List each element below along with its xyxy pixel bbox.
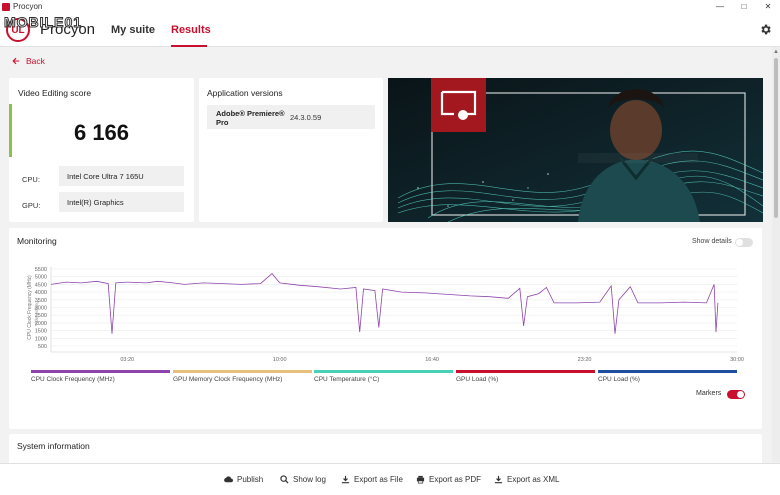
gpu-label: GPU: <box>22 201 41 210</box>
monitoring-chart: 5001000150020002500300035004000450050005… <box>27 267 744 363</box>
versions-title: Application versions <box>207 88 283 98</box>
maximize-button[interactable]: □ <box>732 0 756 13</box>
application-versions-card: Application versions Adobe® Premiere® Pr… <box>199 78 383 222</box>
search-icon <box>280 475 289 484</box>
x-tick-label: 30:00 <box>730 357 744 363</box>
y-tick-label: 1500 <box>35 329 47 335</box>
legend-swatch <box>598 370 737 373</box>
system-information-card: System information <box>9 434 762 464</box>
application-name: Adobe® Premiere® Pro <box>216 109 285 127</box>
toggle-knob <box>737 391 744 398</box>
arrow-left-icon <box>12 57 20 65</box>
y-tick-label: 5500 <box>35 267 47 273</box>
download-icon <box>494 475 503 484</box>
cpu-label: CPU: <box>22 175 40 184</box>
legend-gpu-load: GPU Load (%) <box>456 370 595 383</box>
legend-swatch <box>456 370 595 373</box>
legend-swatch <box>31 370 170 373</box>
export-pdf-button[interactable]: Export as PDF <box>416 475 481 484</box>
window-titlebar: Procyon — □ ✕ <box>0 0 780 13</box>
export-xml-button[interactable]: Export as XML <box>494 475 559 484</box>
cpu-value: Intel Core Ultra 7 165U <box>59 166 184 186</box>
x-tick-label: 10:00 <box>273 357 287 363</box>
x-tick-label: 16:40 <box>425 357 439 363</box>
show-details-label: Show details <box>692 238 732 245</box>
legend-cpu-clock: CPU Clock Frequency (MHz) <box>31 370 170 383</box>
legend-swatch <box>173 370 312 373</box>
score-card: Video Editing score 6 166 CPU: Intel Cor… <box>9 78 194 222</box>
gear-icon[interactable] <box>759 23 772 36</box>
application-version: 24.3.0.59 <box>290 113 322 122</box>
legend-label: CPU Temperature (°C) <box>314 376 380 383</box>
legend-gpu-memory-clock: GPU Memory Clock Frequency (MHz) <box>173 370 312 383</box>
system-information-title: System information <box>17 441 90 451</box>
gpu-value: Intel(R) Graphics <box>59 192 184 212</box>
show-log-label: Show log <box>293 475 326 484</box>
show-details-toggle[interactable] <box>735 238 753 247</box>
bottom-action-bar: Publish Show log Export as File Export a… <box>0 463 780 495</box>
markers-label: Markers <box>696 390 722 397</box>
y-tick-label: 1000 <box>35 336 47 342</box>
export-pdf-label: Export as PDF <box>429 475 482 484</box>
export-file-label: Export as File <box>354 475 403 484</box>
tab-my-suite[interactable]: My suite <box>111 24 155 36</box>
active-tab-indicator <box>171 45 207 47</box>
y-tick-label: 500 <box>38 344 47 350</box>
score-value: 6 166 <box>73 120 130 145</box>
score-title: Video Editing score <box>18 88 92 98</box>
close-button[interactable]: ✕ <box>756 0 780 13</box>
watermark: MOBILE01 <box>3 14 83 31</box>
export-xml-label: Export as XML <box>507 475 560 484</box>
show-log-button[interactable]: Show log <box>280 475 326 484</box>
y-axis-label: CPU Clock Frequency (MHz) <box>27 275 33 340</box>
legend-cpu-temperature: CPU Temperature (°C) <box>314 370 453 383</box>
y-axis-sublabel: Videoediting <box>34 301 39 326</box>
back-label: Back <box>26 56 45 66</box>
hero-illustration <box>388 78 763 222</box>
publish-label: Publish <box>237 475 264 484</box>
y-tick-label: 5000 <box>35 275 47 281</box>
minimize-button[interactable]: — <box>708 0 732 13</box>
app-icon <box>2 2 10 11</box>
benchmark-hero-image <box>388 78 763 222</box>
export-file-button[interactable]: Export as File <box>341 475 403 484</box>
back-link[interactable]: Back <box>12 56 45 66</box>
window-title: Procyon <box>13 2 43 11</box>
legend-label: GPU Load (%) <box>456 376 499 383</box>
version-row: Adobe® Premiere® Pro 24.3.0.59 <box>207 105 375 129</box>
window-controls: — □ ✕ <box>708 0 780 13</box>
monitoring-card: Monitoring Show details 500 1000 1500 2000 2… <box>9 228 762 429</box>
tab-results[interactable]: Results <box>171 24 211 36</box>
markers-toggle[interactable] <box>727 390 745 399</box>
legend-swatch <box>314 370 453 373</box>
y-tick-label: 4000 <box>35 290 47 296</box>
pdf-icon <box>416 475 425 484</box>
y-tick-label: 4500 <box>35 282 47 288</box>
x-tick-label: 23:20 <box>578 357 592 363</box>
monitoring-title: Monitoring <box>17 236 57 246</box>
legend-label: CPU Load (%) <box>598 376 640 383</box>
download-icon <box>341 475 350 484</box>
scrollbar-thumb[interactable] <box>774 58 778 218</box>
series-line-cpu-clock <box>50 273 719 334</box>
legend-label: CPU Clock Frequency (MHz) <box>31 376 115 383</box>
toggle-knob <box>736 239 743 246</box>
legend-label: GPU Memory Clock Frequency (MHz) <box>173 376 283 383</box>
app-header: UL Procyon MOBILE01 My suite Results <box>0 13 780 47</box>
cloud-upload-icon <box>224 476 233 483</box>
legend-cpu-load: CPU Load (%) <box>598 370 737 383</box>
x-tick-label: 03:20 <box>120 357 134 363</box>
scroll-up-icon[interactable]: ▲ <box>773 49 779 55</box>
publish-button[interactable]: Publish <box>224 475 263 484</box>
